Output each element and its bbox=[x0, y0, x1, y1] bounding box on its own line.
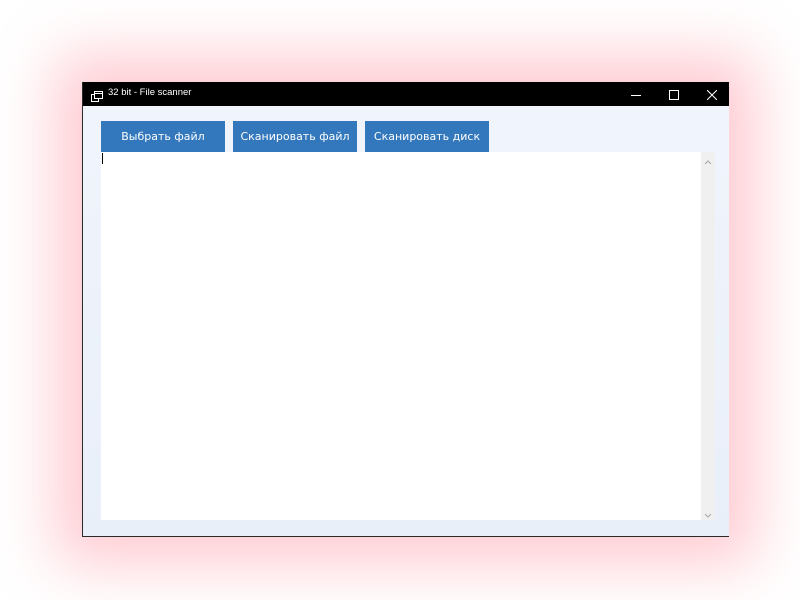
scroll-down-button[interactable] bbox=[701, 506, 715, 520]
chevron-down-icon bbox=[704, 504, 712, 523]
window-icon bbox=[91, 88, 103, 102]
text-caret bbox=[102, 153, 103, 164]
scroll-up-button[interactable] bbox=[701, 152, 715, 166]
title-bar[interactable]: 32 bit - File scanner bbox=[83, 82, 729, 106]
chevron-up-icon bbox=[704, 150, 712, 169]
scan-file-button[interactable]: Сканировать файл bbox=[233, 121, 357, 152]
maximize-button[interactable] bbox=[655, 82, 693, 106]
desktop: 32 bit - File scanner Выбрать файл Скани… bbox=[0, 0, 800, 600]
close-icon bbox=[706, 85, 718, 104]
minimize-button[interactable] bbox=[617, 82, 655, 106]
minimize-icon bbox=[631, 85, 641, 104]
vertical-scrollbar[interactable] bbox=[701, 152, 715, 520]
window-title: 32 bit - File scanner bbox=[108, 87, 192, 98]
app-window: 32 bit - File scanner Выбрать файл Скани… bbox=[82, 82, 729, 537]
output-textbox[interactable] bbox=[101, 152, 701, 520]
select-file-button[interactable]: Выбрать файл bbox=[101, 121, 225, 152]
close-button[interactable] bbox=[693, 82, 731, 106]
maximize-icon bbox=[669, 85, 679, 104]
scan-disk-button[interactable]: Сканировать диск bbox=[365, 121, 489, 152]
